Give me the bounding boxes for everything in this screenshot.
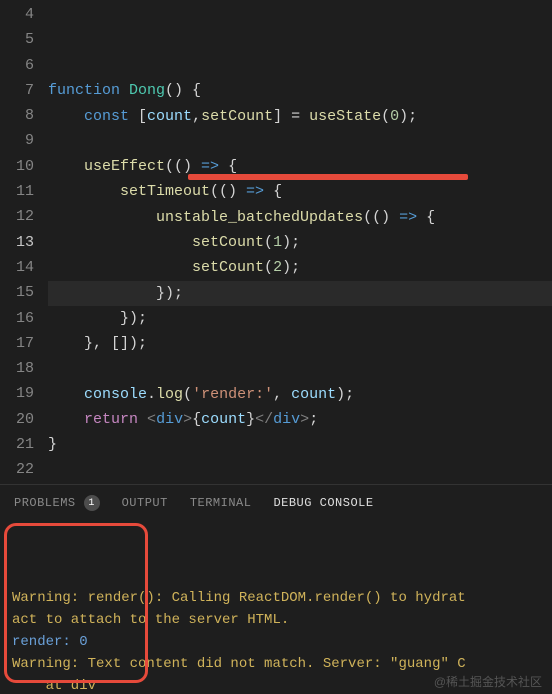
code-line[interactable]: setCount(2); (48, 255, 552, 280)
line-number: 9 (0, 128, 48, 153)
code-line[interactable]: const [count,setCount] = useState(0); (48, 104, 552, 129)
tab-problems-label: PROBLEMS (14, 496, 76, 510)
line-number: 19 (0, 381, 48, 406)
problems-count-badge: 1 (84, 495, 100, 511)
code-line[interactable]: }, []); (48, 331, 552, 356)
code-line[interactable]: useEffect(() => { (48, 154, 552, 179)
code-line[interactable]: function Dong() { (48, 78, 552, 103)
code-line[interactable]: setTimeout(() => { (48, 179, 552, 204)
tab-output[interactable]: OUTPUT (122, 496, 168, 510)
code-line[interactable]: export default Dong; (48, 483, 552, 484)
tab-terminal-label: TERMINAL (190, 496, 252, 510)
line-number: 18 (0, 356, 48, 381)
line-number: 12 (0, 204, 48, 229)
tab-terminal[interactable]: TERMINAL (190, 496, 252, 510)
line-number: 20 (0, 407, 48, 432)
code-line[interactable]: } (48, 432, 552, 457)
tab-debug-label: DEBUG CONSOLE (273, 496, 373, 510)
line-number: 10 (0, 154, 48, 179)
line-number: 14 (0, 255, 48, 280)
panel-tabs: PROBLEMS 1 OUTPUT TERMINAL DEBUG CONSOLE (0, 485, 552, 517)
code-line[interactable]: }); (48, 281, 552, 306)
tab-output-label: OUTPUT (122, 496, 168, 510)
watermark-text: @稀土掘金技术社区 (434, 673, 542, 690)
console-line: act to attach to the server HTML. (12, 609, 540, 631)
line-number: 22 (0, 457, 48, 482)
code-line[interactable] (48, 357, 552, 382)
line-number: 15 (0, 280, 48, 305)
tab-debug-console[interactable]: DEBUG CONSOLE (273, 496, 373, 510)
line-number: 5 (0, 27, 48, 52)
line-number: 16 (0, 306, 48, 331)
line-number: 7 (0, 78, 48, 103)
code-line[interactable]: unstable_batchedUpdates(() => { (48, 205, 552, 230)
code-line[interactable] (48, 53, 552, 78)
line-number: 6 (0, 53, 48, 78)
code-editor[interactable]: 45678910111213141516171819202122 functio… (0, 0, 552, 484)
line-number: 21 (0, 432, 48, 457)
line-number: 17 (0, 331, 48, 356)
line-number: 4 (0, 2, 48, 27)
line-number: 13 (0, 230, 48, 255)
console-line: render: 0 (12, 631, 540, 653)
line-number-gutter: 45678910111213141516171819202122 (0, 0, 48, 484)
tab-problems[interactable]: PROBLEMS 1 (14, 495, 100, 511)
code-line[interactable]: setCount(1); (48, 230, 552, 255)
code-area[interactable]: function Dong() { const [count,setCount]… (48, 0, 552, 484)
line-number: 8 (0, 103, 48, 128)
code-line[interactable]: console.log('render:', count); (48, 382, 552, 407)
bottom-panel: PROBLEMS 1 OUTPUT TERMINAL DEBUG CONSOLE… (0, 484, 552, 694)
console-line: Warning: render(): Calling ReactDOM.rend… (12, 587, 540, 609)
code-line[interactable] (48, 458, 552, 483)
code-line[interactable]: }); (48, 306, 552, 331)
line-number: 11 (0, 179, 48, 204)
debug-console-output[interactable]: Warning: render(): Calling ReactDOM.rend… (0, 517, 552, 694)
code-line[interactable] (48, 129, 552, 154)
console-line: Warning: Text content did not match. Ser… (12, 653, 540, 675)
code-line[interactable]: return <div>{count}</div>; (48, 407, 552, 432)
